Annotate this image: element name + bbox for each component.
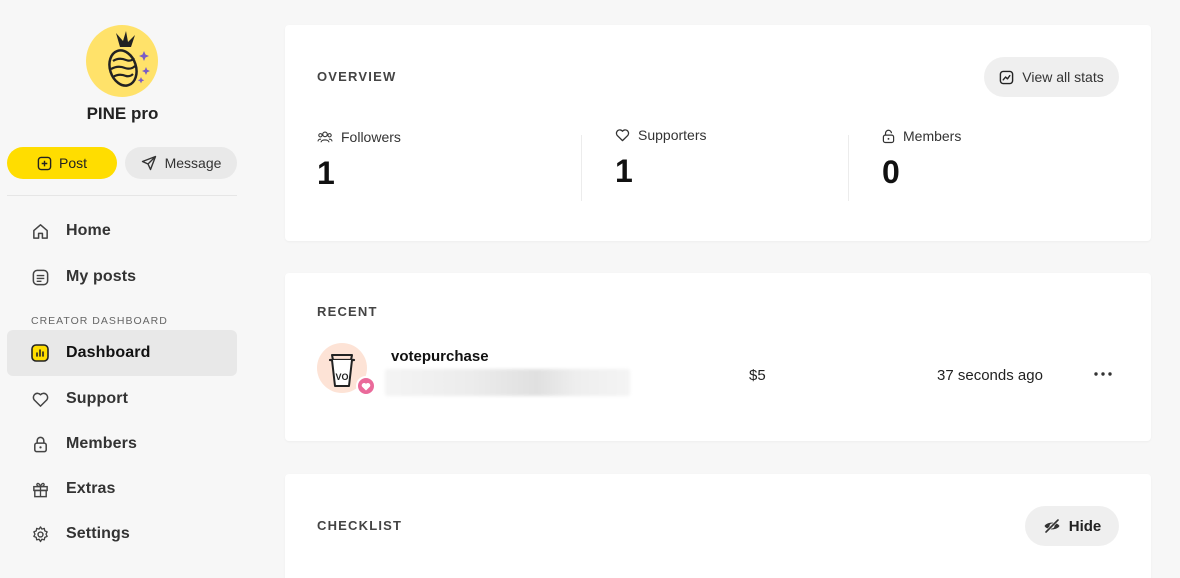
ellipsis-icon	[1094, 372, 1112, 376]
profile-avatar[interactable]	[86, 25, 158, 97]
send-icon	[141, 155, 156, 171]
stat-divider	[848, 135, 849, 201]
members-stat: Members 0	[882, 128, 961, 191]
view-all-stats-button[interactable]: View all stats	[984, 57, 1119, 97]
section-label-creator-dashboard: CREATOR DASHBOARD	[31, 315, 168, 327]
hide-button-label: Hide	[1068, 517, 1102, 535]
recent-card: RECENT VO votepurchase $5 37 seconds ago	[285, 273, 1151, 441]
overview-card: OVERVIEW View all stats Followers 1 Supp…	[285, 25, 1151, 241]
sidebar-item-label: Home	[66, 222, 111, 239]
supporter-name[interactable]: votepurchase	[391, 348, 489, 365]
sidebar-divider	[7, 195, 237, 196]
message-button[interactable]: Message	[125, 147, 237, 179]
sidebar-item-label: Settings	[66, 525, 130, 542]
checklist-title: CHECKLIST	[317, 518, 403, 533]
followers-stat: Followers 1	[317, 129, 401, 192]
heart-icon	[615, 129, 630, 142]
add-post-icon	[37, 156, 52, 170]
overview-title: OVERVIEW	[317, 69, 397, 84]
eye-off-icon	[1044, 518, 1060, 534]
post-button-label: Post	[58, 155, 87, 171]
more-options-button[interactable]	[1091, 365, 1115, 383]
members-count: 0	[882, 154, 900, 190]
stats-chart-icon	[999, 70, 1014, 84]
heart-badge	[356, 376, 376, 396]
sidebar-item-label: Dashboard	[66, 344, 151, 361]
sidebar-item-label: Members	[66, 435, 137, 452]
home-icon	[30, 221, 50, 241]
post-button[interactable]: Post	[7, 147, 117, 179]
support-time: 37 seconds ago	[937, 367, 1043, 384]
sidebar-item-settings[interactable]: Settings	[7, 511, 237, 557]
sidebar: PINE pro Post Message Home My posts CREA…	[0, 0, 245, 578]
lock-icon	[882, 129, 895, 143]
hide-button[interactable]: Hide	[1025, 506, 1119, 546]
support-amount: $5	[749, 367, 766, 384]
stat-divider	[581, 135, 582, 201]
profile-name: PINE pro	[86, 104, 159, 123]
gear-icon	[30, 524, 50, 544]
blurred-message	[385, 369, 630, 396]
avatar-text: VO	[335, 372, 348, 382]
checklist-card: CHECKLIST Hide	[285, 474, 1151, 578]
sidebar-item-support[interactable]: Support	[7, 376, 237, 422]
sidebar-item-members[interactable]: Members	[7, 421, 237, 467]
heart-icon	[361, 382, 371, 390]
posts-icon	[30, 267, 50, 287]
supporters-count: 1	[615, 153, 633, 189]
message-button-label: Message	[164, 155, 222, 171]
sidebar-item-label: My posts	[66, 268, 137, 285]
sidebar-item-label: Support	[66, 390, 129, 407]
sidebar-item-home[interactable]: Home	[7, 208, 237, 254]
sidebar-item-my-posts[interactable]: My posts	[7, 254, 237, 300]
lock-icon	[30, 434, 50, 454]
followers-count: 1	[317, 155, 335, 191]
members-label: Members	[903, 128, 962, 144]
supporters-label: Supporters	[638, 127, 707, 143]
gift-icon	[30, 479, 50, 499]
pineapple-icon	[108, 31, 150, 87]
sidebar-item-label: Extras	[66, 480, 116, 497]
heart-icon	[30, 389, 50, 409]
sidebar-item-dashboard[interactable]: Dashboard	[7, 330, 237, 376]
sidebar-item-extras[interactable]: Extras	[7, 466, 237, 512]
supporters-stat: Supporters 1	[615, 127, 706, 190]
followers-icon	[317, 131, 333, 143]
view-all-stats-label: View all stats	[1022, 69, 1104, 85]
dashboard-icon	[30, 343, 50, 363]
followers-label: Followers	[341, 129, 401, 145]
recent-title: RECENT	[317, 304, 378, 319]
